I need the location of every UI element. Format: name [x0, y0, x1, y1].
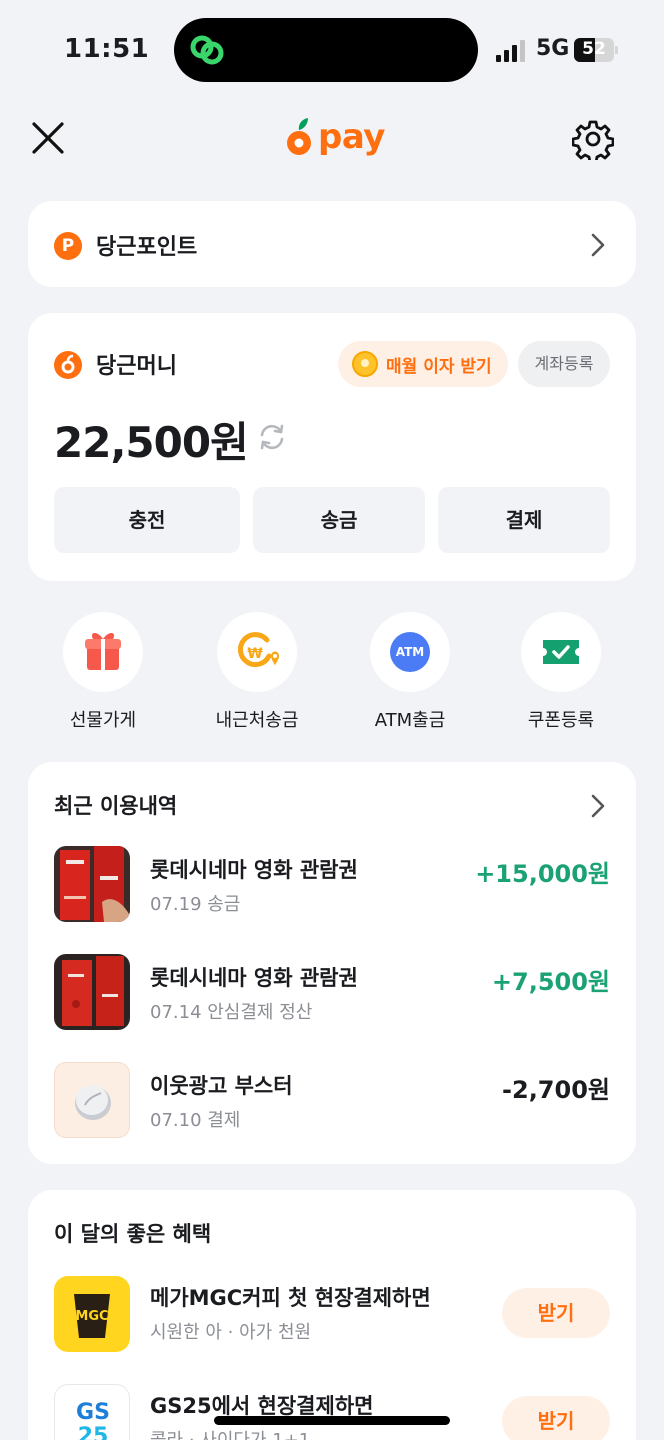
- status-time: 11:51: [64, 34, 150, 64]
- quick-action-nearby-transfer[interactable]: ₩ 내근처송금: [182, 612, 332, 732]
- status-bar: 11:51 5G 52: [0, 0, 664, 100]
- history-amount: -2,700원: [502, 1076, 610, 1104]
- network-label: 5G: [536, 36, 570, 61]
- daangn-points-card[interactable]: P 당근포인트: [28, 201, 636, 287]
- gift-icon: [63, 612, 143, 692]
- monthly-interest-button[interactable]: 매월 이자 받기: [338, 341, 508, 387]
- benefit-subtitle: 시원한 아 · 아가 천원: [150, 1322, 312, 1343]
- history-title: 롯데시네마 영화 관람권: [150, 966, 358, 990]
- battery-tip: [615, 46, 618, 54]
- benefit-title: 메가MGC커피 첫 현장결제하면: [150, 1286, 431, 1310]
- movie-ticket-thumbnail: [54, 954, 130, 1030]
- history-subtitle: 07.10 결제: [150, 1110, 241, 1131]
- home-indicator[interactable]: [214, 1416, 450, 1425]
- quick-actions: 선물가게 ₩ 내근처송금 ATM ATM출금 쿠폰등록: [0, 612, 664, 732]
- gs25-logo: GS 25: [54, 1384, 130, 1440]
- monthly-interest-label: 매월 이자 받기: [386, 356, 492, 377]
- history-row[interactable]: 이웃광고 부스터 07.10 결제 -2,700원: [54, 1062, 610, 1138]
- history-title: 롯데시네마 영화 관람권: [150, 858, 358, 882]
- transfer-button[interactable]: 송금: [253, 487, 425, 553]
- quick-action-label: 쿠폰등록: [527, 710, 595, 731]
- svg-text:GS: GS: [76, 1400, 110, 1425]
- quick-action-coupon[interactable]: 쿠폰등록: [486, 612, 636, 732]
- logo-text: pay: [318, 117, 385, 157]
- carrot-icon: [287, 118, 311, 155]
- monthly-benefits-card: 이 달의 좋은 혜택 MGC 메가MGC커피 첫 현장결제하면 시원한 아 · …: [28, 1190, 636, 1440]
- signal-icon: [496, 40, 525, 62]
- movie-ticket-thumbnail: [54, 846, 130, 922]
- atm-icon: ATM: [370, 612, 450, 692]
- history-subtitle: 07.19 송금: [150, 894, 241, 915]
- charge-button[interactable]: 충전: [54, 487, 240, 553]
- nav-bar: pay: [0, 100, 664, 180]
- svg-text:₩: ₩: [247, 646, 263, 662]
- benefits-title: 이 달의 좋은 혜택: [54, 1222, 212, 1246]
- close-icon[interactable]: [28, 118, 68, 158]
- history-subtitle: 07.14 안심결제 정산: [150, 1002, 313, 1023]
- points-icon: P: [54, 232, 82, 260]
- receive-benefit-button[interactable]: 받기: [502, 1288, 610, 1338]
- quick-action-label: ATM출금: [374, 710, 446, 731]
- svg-text:25: 25: [78, 1424, 109, 1440]
- money-icon: [54, 351, 82, 379]
- dynamic-island: [174, 18, 478, 82]
- register-account-button[interactable]: 계좌등록: [518, 341, 610, 387]
- balance-amount: 22,500원: [54, 418, 249, 467]
- points-label: 당근포인트: [96, 235, 198, 260]
- booster-coin-thumbnail: [54, 1062, 130, 1138]
- refresh-icon[interactable]: [256, 421, 288, 453]
- history-amount: +7,500원: [491, 968, 610, 996]
- battery-percent: 52: [582, 39, 606, 59]
- receive-benefit-button[interactable]: 받기: [502, 1396, 610, 1440]
- chevron-right-icon[interactable]: [588, 792, 608, 820]
- battery-icon: 52: [574, 38, 614, 62]
- money-label: 당근머니: [96, 354, 177, 379]
- recent-history-title: 최근 이용내역: [54, 794, 178, 818]
- daangn-pay-logo: pay: [284, 112, 385, 162]
- benefit-subtitle: 콜라 · 사이다가 1+1: [150, 1426, 310, 1440]
- coupon-icon: [521, 612, 601, 692]
- history-title: 이웃광고 부스터: [150, 1074, 293, 1098]
- daangn-money-card: 당근머니 매월 이자 받기 계좌등록 22,500원 충전 송금 결제: [28, 313, 636, 581]
- mega-coffee-logo: MGC: [54, 1276, 130, 1352]
- atm-badge: ATM: [390, 632, 430, 672]
- gear-icon[interactable]: [572, 118, 614, 160]
- recent-history-card: 최근 이용내역 롯데시네마 영화 관람권 07.19 송금 +15,000원 롯…: [28, 762, 636, 1164]
- history-row[interactable]: 롯데시네마 영화 관람권 07.14 안심결제 정산 +7,500원: [54, 954, 610, 1030]
- payment-button[interactable]: 결제: [438, 487, 610, 553]
- history-row[interactable]: 롯데시네마 영화 관람권 07.19 송금 +15,000원: [54, 846, 610, 922]
- quick-action-gift-shop[interactable]: 선물가게: [28, 612, 178, 732]
- nearby-transfer-icon: ₩: [217, 612, 297, 692]
- coin-icon: [352, 351, 378, 377]
- quick-action-label: 내근처송금: [215, 710, 299, 731]
- link-icon: [190, 35, 224, 65]
- quick-action-atm[interactable]: ATM ATM출금: [335, 612, 485, 732]
- history-amount: +15,000원: [475, 860, 610, 888]
- quick-action-label: 선물가게: [69, 710, 137, 731]
- mega-logo-text: MGC: [75, 1309, 108, 1324]
- chevron-right-icon: [591, 233, 605, 257]
